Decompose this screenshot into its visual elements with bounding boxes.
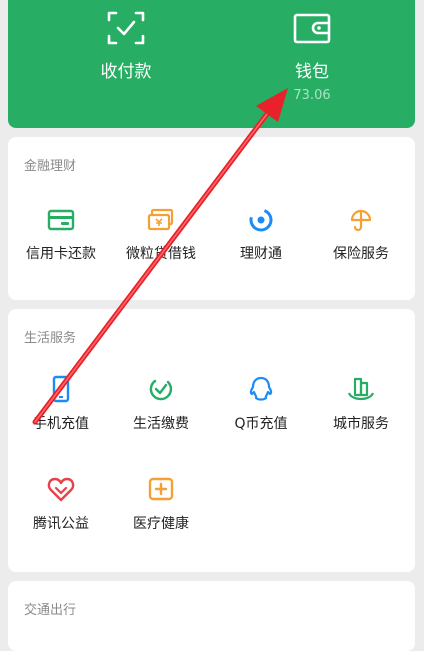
finance-section: 金融理财 信用卡还款 微粒贷借钱 理财通 保险服务 [8,137,415,300]
insurance-icon [350,209,372,232]
wallet-icon [293,13,331,44]
loan-icon [147,208,174,231]
healthcare-icon [148,477,174,501]
weilidai-loan-label: 微粒贷借钱 [126,246,196,262]
licaitong-item[interactable]: 理财通 [211,207,311,263]
payment-header-card: 收付款 钱包 73.06 [8,0,415,128]
charity-icon [47,477,75,502]
tencent-charity-item[interactable]: 腾讯公益 [11,475,111,533]
city-service-item[interactable]: 城市服务 [311,375,411,433]
phone-recharge-item[interactable]: 手机充值 [11,375,111,433]
wallet-button[interactable]: 钱包 73.06 [257,10,367,103]
transport-section-title: 交通出行 [24,603,77,618]
life-services-section-title: 生活服务 [24,331,77,346]
qq-coin-item[interactable]: Q币充值 [211,375,311,433]
bill-payment-icon [149,379,173,401]
city-service-label: 城市服务 [333,416,389,432]
phone-recharge-label: 手机充值 [33,416,89,432]
wallet-balance: 73.06 [293,88,331,103]
qq-coin-label: Q币充值 [234,416,288,432]
credit-card-repay-label: 信用卡还款 [26,246,96,262]
tencent-charity-label: 腾讯公益 [33,516,89,532]
healthcare-label: 医疗健康 [133,516,189,532]
city-service-icon [347,377,375,401]
licaitong-label: 理财通 [240,246,282,262]
insurance-item[interactable]: 保险服务 [311,207,411,263]
pay-receive-button[interactable]: 收付款 [71,10,181,82]
finance-section-title: 金融理财 [24,159,77,174]
wallet-label: 钱包 [295,62,329,82]
insurance-label: 保险服务 [333,246,389,262]
life-services-section: 生活服务 手机充值 生活缴费 Q币充值 城市服务 腾讯公益 医疗健康 [8,309,415,572]
scan-pay-icon [107,11,145,45]
credit-card-icon [47,209,75,231]
qq-coin-icon [249,376,273,401]
phone-recharge-icon [52,375,70,403]
bill-payment-item[interactable]: 生活缴费 [111,375,211,433]
healthcare-item[interactable]: 医疗健康 [111,475,211,533]
weilidai-loan-item[interactable]: 微粒贷借钱 [111,207,211,263]
pay-receive-label: 收付款 [100,62,152,82]
wealth-icon [249,208,273,232]
bill-payment-label: 生活缴费 [133,416,189,432]
credit-card-repay-item[interactable]: 信用卡还款 [11,207,111,263]
